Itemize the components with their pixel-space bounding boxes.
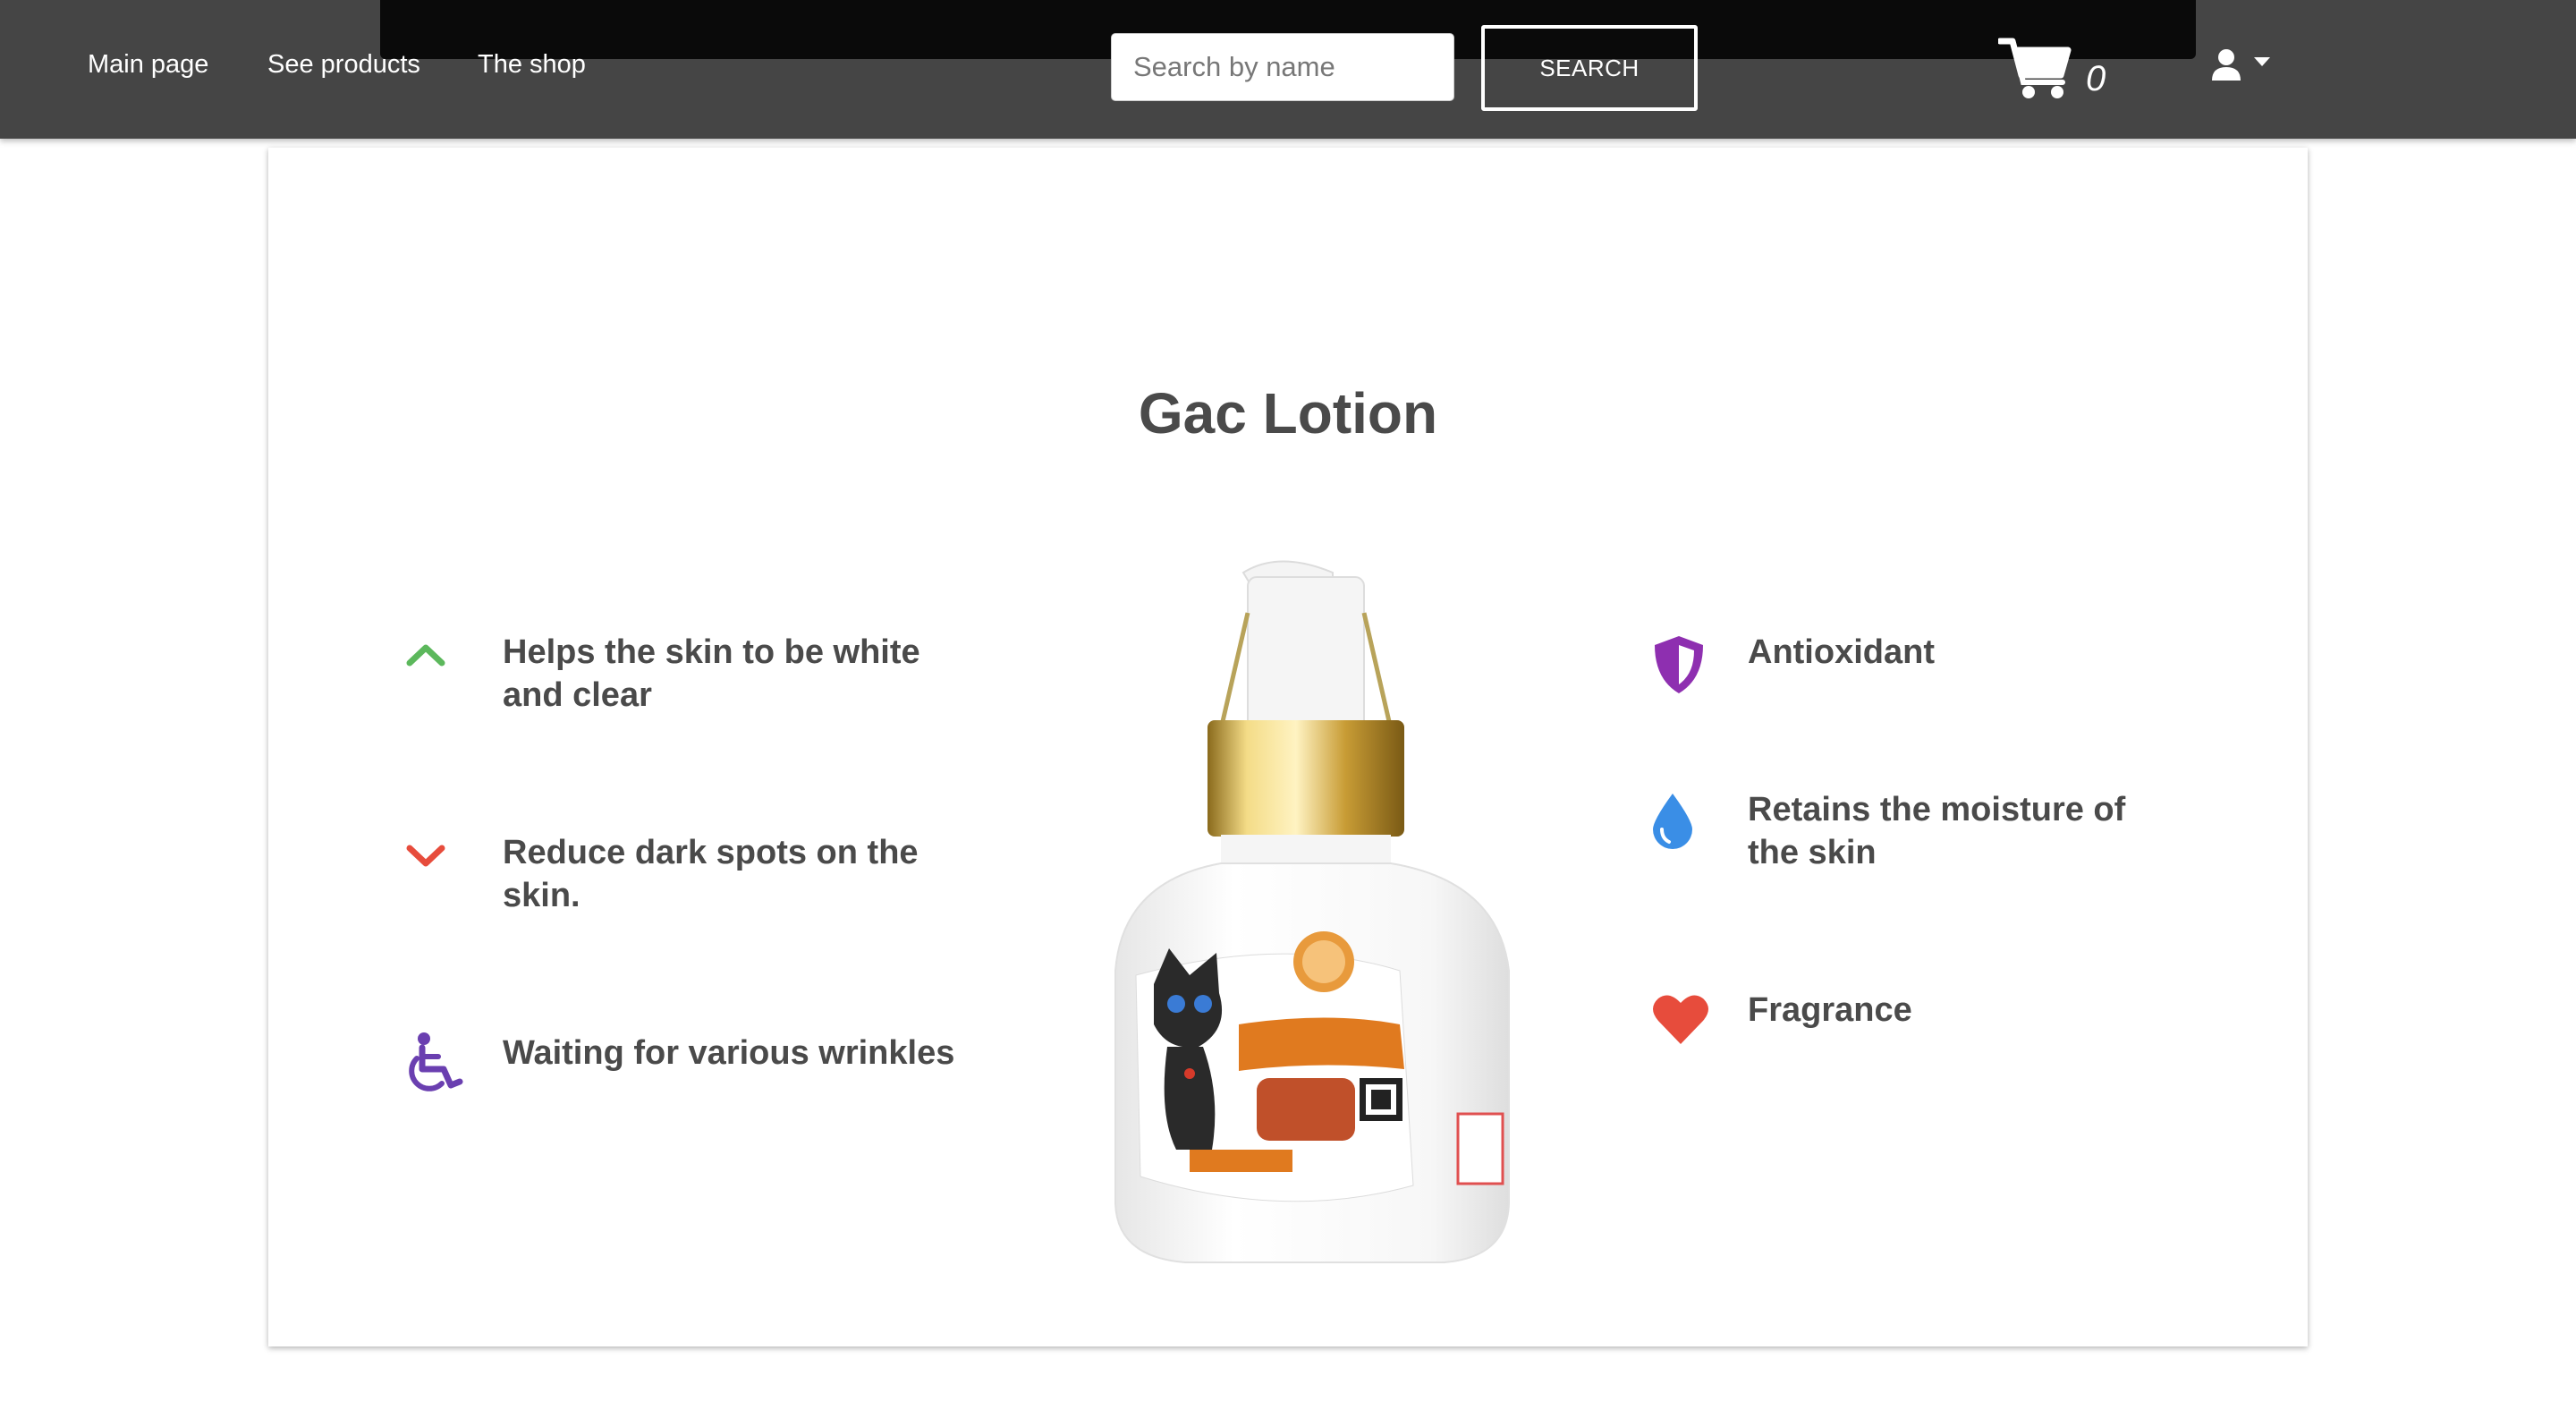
feature-text: Antioxidant [1748,633,1935,671]
wheelchair-icon [409,1032,463,1091]
search-input[interactable] [1111,33,1454,101]
chevron-down-icon [406,845,445,867]
nav-link-main-page[interactable]: Main page [88,50,208,80]
chevron-up-icon [406,644,445,667]
feature-text: Retains the moisture of the skin [1748,791,2126,871]
nav-link-the-shop[interactable]: The shop [478,50,586,80]
top-navbar: Main page See products The shop SEARCH 0 [0,0,2576,139]
product-card: Gac Lotion Helps the skin to be white an… [268,148,2308,1346]
cart-count: 0 [2086,59,2106,98]
shopping-cart-icon [1998,38,2072,98]
shield-icon [1655,636,1703,693]
user-menu-dropdown[interactable] [2209,48,2274,84]
product-bottle-image [1114,560,1510,1263]
feature-text: Reduce dark spots on the skin. [503,834,919,914]
feature-text: Helps the skin to be white and clear [503,633,920,714]
caret-down-icon [2254,57,2270,66]
search-button[interactable]: SEARCH [1481,25,1698,111]
user-icon [2212,49,2241,81]
product-title: Gac Lotion [1138,381,1438,446]
feature-text: Waiting for various wrinkles [503,1034,955,1072]
water-drop-icon [1653,794,1692,849]
feature-text: Fragrance [1748,991,1912,1029]
nav-link-see-products[interactable]: See products [267,50,420,80]
cart-button[interactable]: 0 [1998,36,2123,107]
heart-icon [1653,995,1708,1044]
